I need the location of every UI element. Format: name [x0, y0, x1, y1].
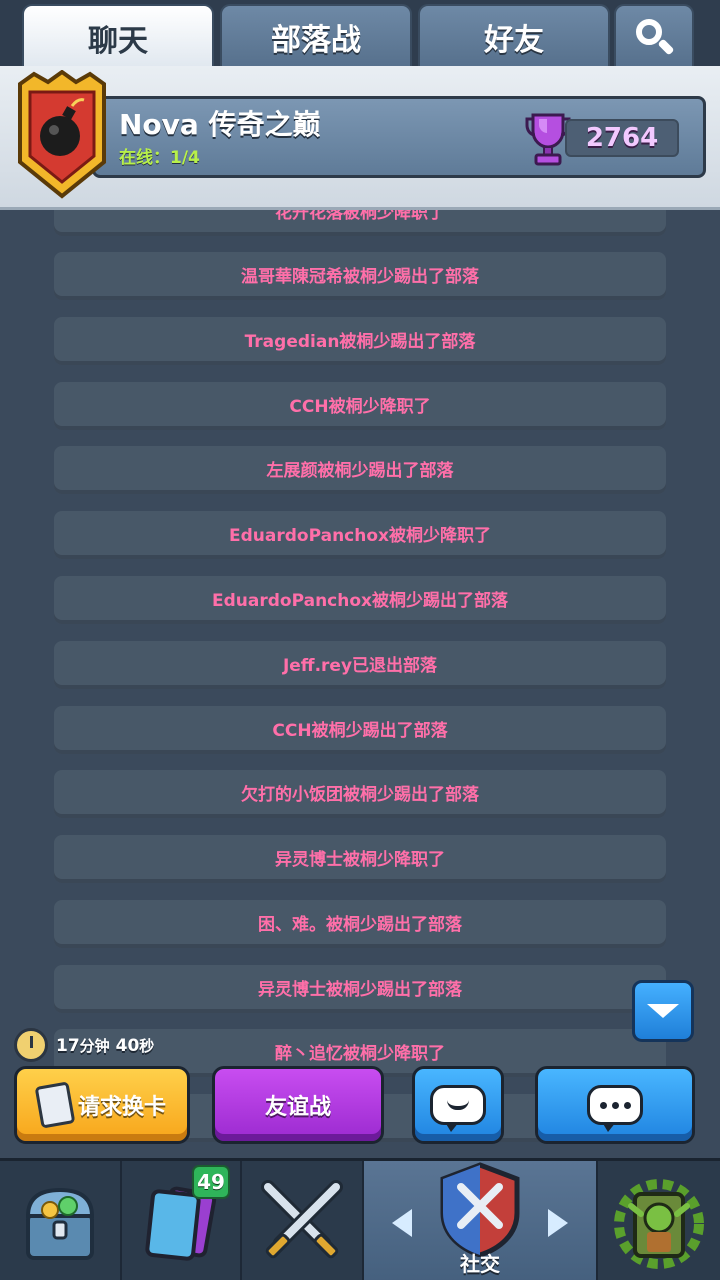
bomb-shield-badge-icon — [18, 70, 106, 199]
card-request-timer: 17分钟 40秒 — [14, 1028, 154, 1062]
chat-message: Tragedian被桐少踢出了部落 — [54, 317, 666, 365]
nav-social[interactable]: 社交 — [364, 1161, 598, 1280]
timer-icon — [14, 1028, 48, 1062]
friendly-battle-label: 友谊战 — [264, 1095, 331, 1120]
timer-seconds: 40 — [115, 1035, 140, 1056]
timer-minutes-unit: 分钟 — [79, 1036, 110, 1055]
chevron-left-icon — [392, 1209, 412, 1237]
chat-message: 异灵博士被桐少踢出了部落 — [54, 965, 666, 1013]
clan-info-panel[interactable]: Nova 传奇之巅 在线：1/4 2764 — [92, 96, 706, 178]
treasure-chest-icon — [25, 1187, 95, 1260]
chat-message: Jeff.rey已退出部落 — [54, 641, 666, 689]
scroll-down-button[interactable] — [632, 980, 694, 1042]
cards-count-badge: 49 — [192, 1165, 230, 1199]
emote-bubble-icon — [430, 1085, 486, 1132]
crossed-swords-icon — [261, 1180, 343, 1259]
chat-message: EduardoPanchox被桐少踢出了部落 — [54, 576, 666, 624]
chat-message: 困、难。被桐少踢出了部落 — [54, 900, 666, 948]
chevron-right-icon — [548, 1209, 568, 1237]
top-tab-bar: 聊天 部落战 好友 — [0, 0, 720, 70]
clan-shield-icon — [440, 1162, 520, 1257]
chat-message: 欠打的小饭团被桐少踢出了部落 — [54, 770, 666, 818]
tab-friends[interactable]: 好友 — [418, 4, 610, 68]
chat-bubble-icon — [587, 1085, 643, 1132]
chat-message-button[interactable] — [535, 1066, 695, 1144]
clan-trophies: 2764 — [565, 119, 679, 157]
emote-button[interactable] — [412, 1066, 504, 1144]
goblin-laurel-icon — [614, 1179, 704, 1269]
chat-message: EduardoPanchox被桐少降职了 — [54, 511, 666, 559]
tab-clan-war[interactable]: 部落战 — [220, 4, 412, 68]
nav-cards[interactable]: 49 — [122, 1161, 242, 1280]
friendly-battle-button[interactable]: 友谊战 — [212, 1066, 384, 1144]
clan-online-count: 在线：1/4 — [119, 148, 200, 168]
clan-header[interactable]: Nova 传奇之巅 在线：1/4 2764 — [0, 66, 720, 210]
tab-chat[interactable]: 聊天 — [22, 4, 214, 70]
clan-name: Nova 传奇之巅 — [119, 108, 321, 141]
chat-message: 温哥華陳冠希被桐少踢出了部落 — [54, 252, 666, 300]
chat-message: CCH被桐少降职了 — [54, 382, 666, 430]
search-icon — [634, 17, 675, 57]
chat-message: 花开花落被桐少降职了 — [54, 210, 666, 236]
timer-minutes: 17 — [56, 1035, 80, 1056]
bottom-nav: 49 社交 — [0, 1158, 720, 1280]
clan-chat-feed[interactable]: 花开花落被桐少降职了 温哥華陳冠希被桐少踢出了部落 Tragedian被桐少踢出… — [0, 210, 720, 1158]
timer-seconds-unit: 秒 — [139, 1036, 155, 1055]
chat-message: 异灵博士被桐少降职了 — [54, 835, 666, 883]
nav-battle[interactable] — [242, 1161, 364, 1280]
chat-message: 左展颜被桐少踢出了部落 — [54, 446, 666, 494]
nav-shop[interactable] — [0, 1161, 122, 1280]
request-card-label: 请求换卡 — [77, 1095, 166, 1120]
card-icon — [34, 1081, 76, 1129]
search-button[interactable] — [614, 4, 694, 68]
chevron-down-icon — [647, 1004, 679, 1018]
nav-events[interactable] — [598, 1161, 720, 1280]
chat-message: CCH被桐少踢出了部落 — [54, 706, 666, 754]
nav-social-label: 社交 — [460, 1252, 500, 1276]
request-card-button[interactable]: 请求换卡 — [14, 1066, 190, 1144]
